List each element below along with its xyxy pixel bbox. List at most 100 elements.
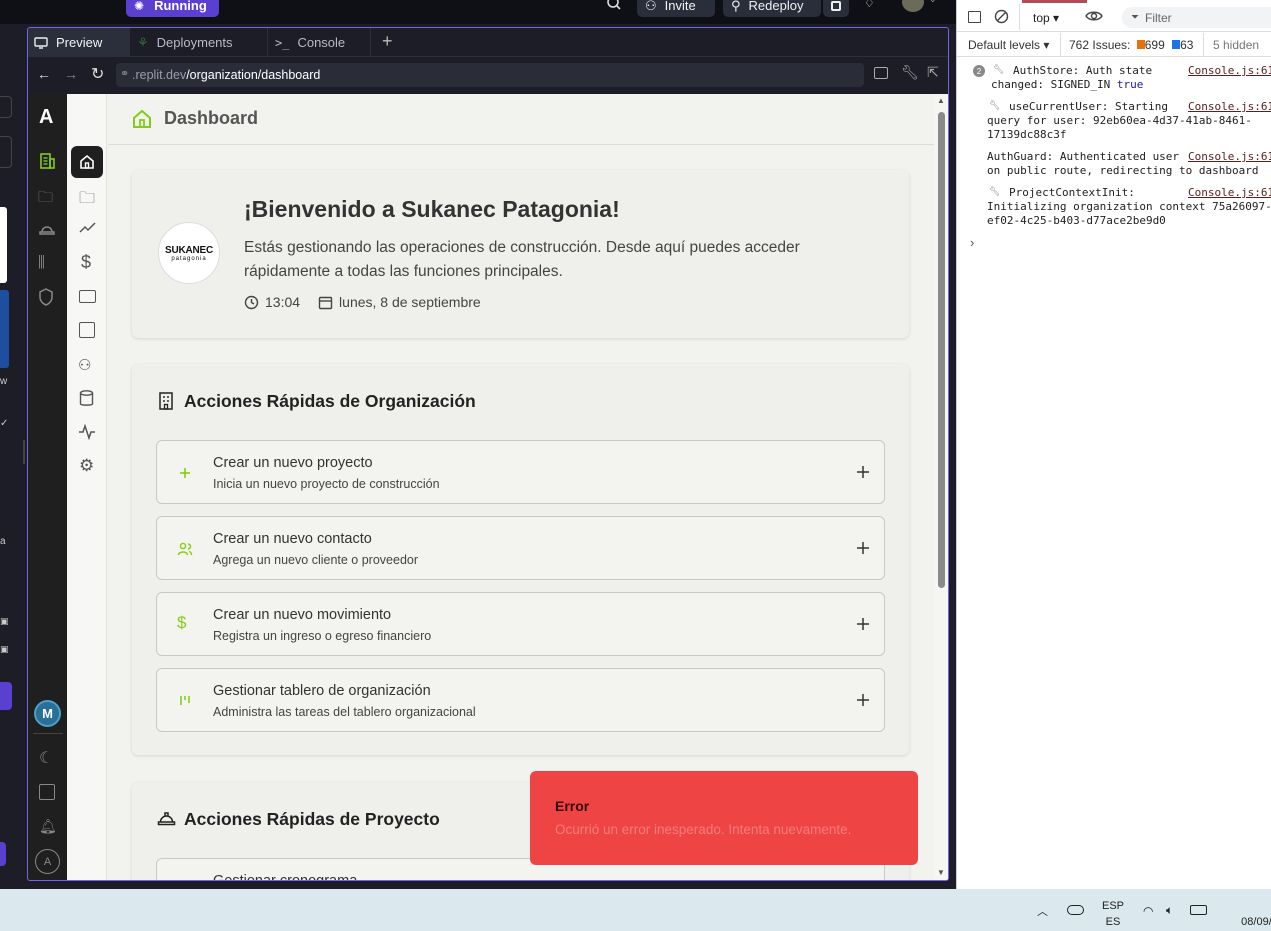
tab-preview[interactable]: Preview xyxy=(28,28,130,57)
users-icon[interactable]: ⚇ xyxy=(78,356,91,374)
action-new-movement[interactable]: $ Crear un nuevo movimiento Registra un … xyxy=(156,592,885,656)
hard-hat-icon xyxy=(157,810,176,826)
invite-button[interactable]: ⚇ Invite xyxy=(637,0,715,17)
database-icon[interactable] xyxy=(79,390,94,407)
shield-icon[interactable] xyxy=(38,288,54,306)
action-title: Crear un nuevo contacto xyxy=(213,531,372,547)
dollar-icon[interactable]: $ xyxy=(81,252,91,273)
redeploy-label: Redeploy xyxy=(748,0,804,13)
lang-bottom: ES xyxy=(1105,916,1121,928)
trending-icon[interactable] xyxy=(79,221,96,233)
run-button[interactable]: ✺ Running xyxy=(126,0,219,17)
hard-hat-icon[interactable] xyxy=(38,220,56,236)
user-avatar[interactable] xyxy=(902,0,924,12)
dollar-icon: $ xyxy=(177,613,187,632)
action-new-contact[interactable]: Crear un nuevo contacto Agrega un nuevo … xyxy=(156,516,885,580)
new-tab-button[interactable]: + xyxy=(382,31,393,52)
nav-home-button[interactable] xyxy=(71,146,103,178)
tab-deployments[interactable]: ⚘ Deployments xyxy=(131,28,268,57)
gear-icon[interactable]: ⚙ xyxy=(79,456,94,476)
clock[interactable]: 13 08/09/20 xyxy=(1224,898,1271,930)
reload-icon[interactable]: ↻ xyxy=(91,64,104,84)
scroll-down-icon[interactable]: ▼ xyxy=(937,868,945,877)
levels-label: Default levels xyxy=(968,38,1041,52)
volume-icon[interactable]: 🔈︎ xyxy=(1166,903,1173,918)
nav-rail: 🗀︎ $ ⚇ ⚙ xyxy=(67,94,107,880)
folder-icon[interactable]: 🗀︎ xyxy=(38,187,53,212)
redeploy-button[interactable]: ⚲ Redeploy xyxy=(723,0,821,17)
app-logo[interactable]: A xyxy=(39,106,53,129)
action-new-project[interactable]: Crear un nuevo proyecto Inicia un nuevo … xyxy=(156,440,885,504)
home-icon xyxy=(132,109,152,129)
expand-plus-icon xyxy=(857,694,869,706)
section-title: Acciones Rápidas de Organización xyxy=(184,391,476,411)
org-actions-card: Acciones Rápidas de Organización Crear u… xyxy=(132,364,909,755)
expand-plus-icon xyxy=(857,466,869,478)
context-select[interactable]: top ▾ xyxy=(1033,11,1059,25)
log-source-link[interactable]: Console.js:61 xyxy=(1188,150,1271,163)
filter-input[interactable]: ⏷ Filter xyxy=(1122,7,1271,28)
tab-console[interactable]: >_ Console xyxy=(269,28,371,57)
log-source-link[interactable]: Console.js:61 xyxy=(1188,64,1271,77)
moon-icon[interactable]: ☾ xyxy=(39,748,53,768)
avatar[interactable]: M xyxy=(34,700,61,727)
log-source-link[interactable]: Console.js:61 xyxy=(1188,100,1271,113)
add-user-icon: ⚇ xyxy=(645,0,657,13)
home-icon xyxy=(80,154,94,169)
library-icon[interactable]: ⫼ xyxy=(38,254,45,271)
scrollbar[interactable]: ▲ ▼ xyxy=(934,94,948,880)
welcome-title: ¡Bienvenido a Sukanec Patagonia! xyxy=(244,196,620,222)
chevron-down-icon[interactable]: ⌄ xyxy=(929,0,937,5)
devices-icon[interactable] xyxy=(874,67,888,79)
levels-select[interactable]: Default levels ▾ xyxy=(968,38,1049,52)
clear-console-icon[interactable] xyxy=(994,9,1009,24)
expand-plus-icon xyxy=(857,542,869,554)
battery-icon[interactable] xyxy=(1190,905,1207,915)
activity-icon[interactable] xyxy=(78,424,96,440)
taskbar: ︿ ESP ES ◠ 🔈︎ 13 08/09/20 xyxy=(0,889,1271,931)
wifi-icon[interactable]: ◠ xyxy=(1143,904,1153,918)
main-content: Dashboard SUKANEC patagonia ¡Bienvenido … xyxy=(108,94,934,880)
wrench-icon[interactable]: 🔧︎ xyxy=(901,64,919,81)
plus-icon xyxy=(180,468,190,478)
devtools-panel: top ▾ ⏷ Filter Default levels ▾ 762 Issu… xyxy=(956,0,1271,889)
clock-icon xyxy=(244,295,259,309)
notification-icon[interactable]: ♢ xyxy=(864,0,875,10)
back-icon[interactable]: ← xyxy=(37,66,51,82)
preview-pane: Preview ⚘ Deployments >_ Console + ← → ↻… xyxy=(27,27,949,881)
action-org-board[interactable]: Gestionar tablero de organización Admini… xyxy=(156,668,885,732)
welcome-body: Estás gestionando las operaciones de con… xyxy=(244,239,800,280)
footer-avatar[interactable]: A xyxy=(35,849,60,874)
cloud-icon[interactable] xyxy=(1067,905,1084,915)
left-partial-panel: w ✓ a ▣ ▣ xyxy=(0,24,27,889)
filter-icon: ⏷ xyxy=(1131,12,1139,23)
folder-icon[interactable]: 🗀︎ xyxy=(79,187,95,214)
building-icon[interactable] xyxy=(38,152,56,170)
bell-icon[interactable]: 🔔︎ xyxy=(39,818,57,835)
search-icon[interactable] xyxy=(607,0,621,10)
forward-icon[interactable]: → xyxy=(64,66,78,82)
logo-sub: patagonia xyxy=(171,255,207,262)
url-field[interactable]: ⚭ .replit.dev /organization/dashboard xyxy=(116,63,864,87)
action-subtitle: Administra las tareas del tablero organi… xyxy=(213,705,476,719)
eye-icon[interactable] xyxy=(1085,9,1103,23)
action-subtitle: Inicia un nuevo proyecto de construcción xyxy=(213,477,440,491)
issues-label: 762 Issues: xyxy=(1069,38,1131,52)
console-prompt[interactable]: › xyxy=(970,235,974,250)
deploy-options-button[interactable] xyxy=(823,0,849,17)
welcome-card: SUKANEC patagonia ¡Bienvenido a Sukanec … xyxy=(132,170,909,338)
chevron-up-icon[interactable]: ︿ xyxy=(1037,903,1048,919)
log-source-link[interactable]: Console.js:61 xyxy=(1188,186,1271,199)
error-toast[interactable]: Error Ocurrió un error inesperado. Inten… xyxy=(530,771,918,865)
contact-icon[interactable] xyxy=(79,322,95,338)
card-icon[interactable] xyxy=(79,290,96,303)
company-logo: SUKANEC patagonia xyxy=(158,222,220,284)
issues-button[interactable]: 762 Issues: 699 63 xyxy=(1069,38,1193,52)
scroll-up-icon[interactable]: ▲ xyxy=(937,96,945,105)
external-link-icon[interactable]: ⇱ xyxy=(927,64,939,81)
sidebar-toggle-icon[interactable] xyxy=(968,11,981,23)
language-indicator[interactable]: ESP ES xyxy=(1102,898,1124,930)
sidebar-toggle-icon[interactable] xyxy=(39,784,55,800)
scroll-thumb[interactable] xyxy=(938,112,945,588)
taskbar-time: 13 xyxy=(1224,898,1271,914)
